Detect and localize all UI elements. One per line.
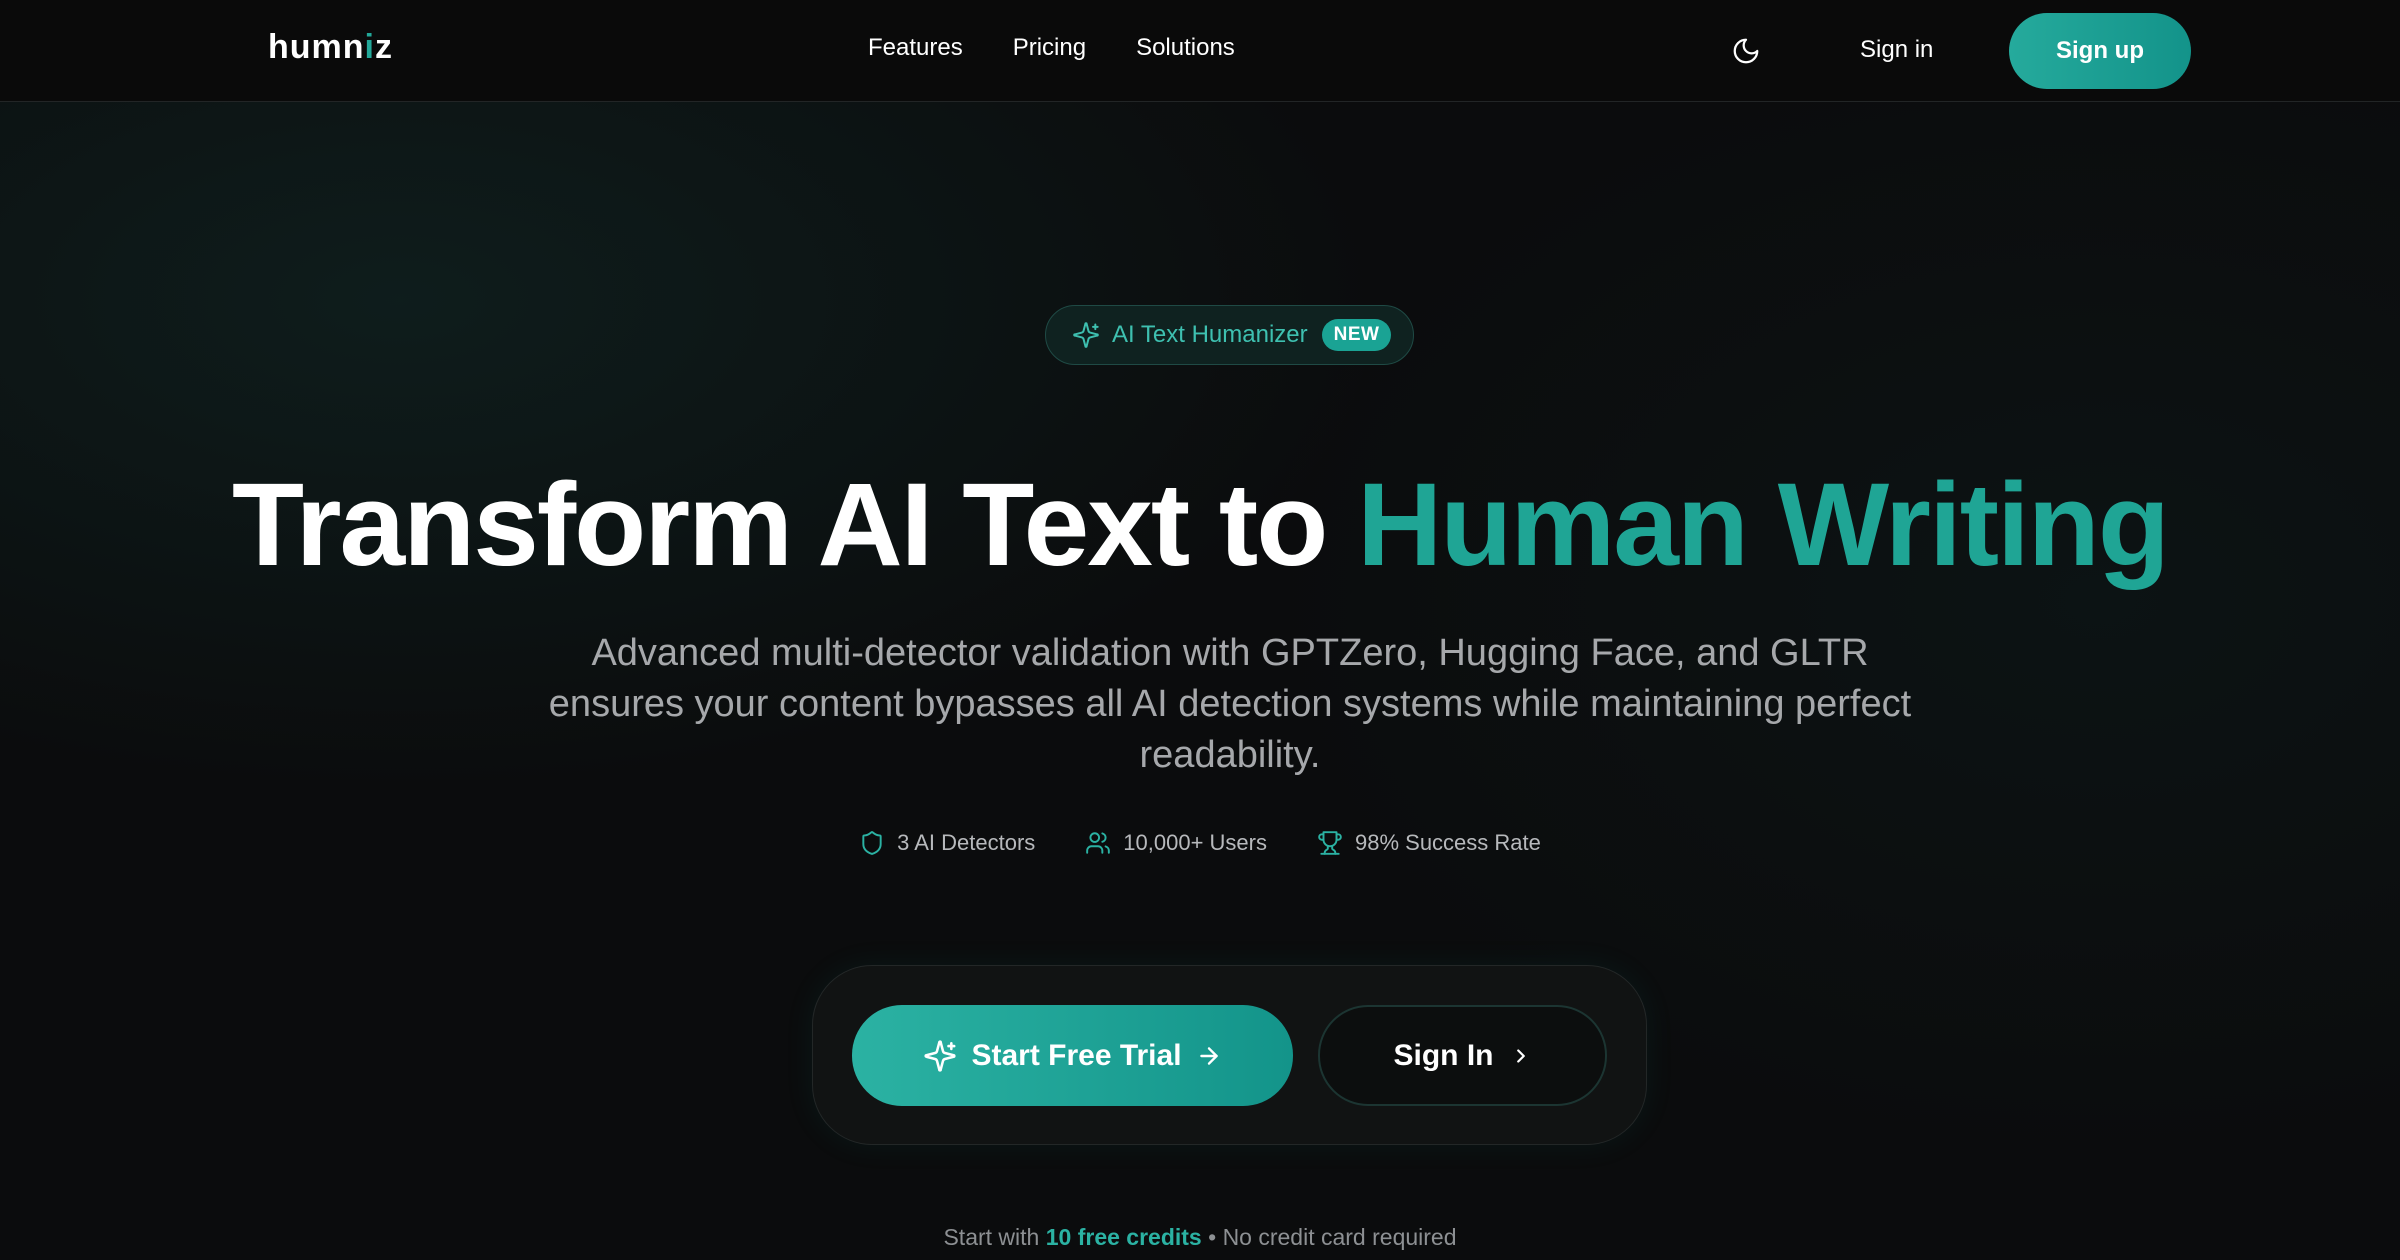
stat-detectors: 3 AI Detectors — [859, 830, 1035, 856]
stat-detectors-label: 3 AI Detectors — [897, 830, 1036, 855]
footnote-separator: • — [1208, 1224, 1217, 1250]
logo-suffix: z — [375, 28, 393, 66]
footnote-prefix: Start with — [943, 1224, 1040, 1250]
hero-subtitle: Advanced multi-detector validation with … — [548, 632, 1912, 776]
sparkles-icon — [1073, 322, 1099, 348]
stat-success-rate: 98% Success Rate — [1317, 830, 1541, 856]
page: humniz Features Pricing Solutions Sign i… — [0, 0, 2400, 1260]
top-navbar: humniz Features Pricing Solutions Sign i… — [0, 0, 2400, 102]
sign-up-button[interactable]: Sign up — [2009, 13, 2191, 89]
start-free-trial-label: Start Free Trial — [971, 1038, 1182, 1072]
stat-users: 10,000+ Users — [1085, 830, 1267, 856]
shield-icon — [862, 831, 882, 855]
users-icon — [1086, 832, 1111, 854]
logo[interactable]: humniz — [268, 28, 393, 67]
theme-toggle-button[interactable] — [1726, 31, 1766, 71]
trophy-icon — [1318, 831, 1342, 855]
chevron-right-icon — [1516, 1048, 1525, 1063]
stats-row: 3 AI Detectors 10,000+ Users 98% Success… — [0, 830, 2400, 856]
start-free-trial-button[interactable]: Start Free Trial — [852, 1005, 1293, 1106]
badge-label: AI Text Humanizer — [1112, 321, 1308, 348]
sparkles-icon — [924, 1039, 957, 1072]
logo-accent: i — [364, 28, 375, 66]
sign-in-button-label: Sign In — [1393, 1038, 1494, 1072]
hero-title-highlight: Human Writing — [1357, 459, 2170, 591]
stat-success-label: 98% Success Rate — [1355, 830, 1541, 855]
free-credits-highlight: 10 free credits — [1045, 1224, 1202, 1250]
new-tag: NEW — [1321, 319, 1392, 351]
nav-link-solutions[interactable]: Solutions — [1136, 34, 1235, 62]
logo-prefix: humn — [268, 28, 365, 66]
footnote-suffix: No credit card required — [1222, 1224, 1457, 1250]
sign-in-button[interactable]: Sign In — [1318, 1005, 1607, 1106]
feature-badge: AI Text Humanizer NEW — [1045, 305, 1414, 365]
nav-link-pricing[interactable]: Pricing — [1013, 34, 1086, 62]
arrow-right-icon — [1199, 1046, 1218, 1065]
nav-sign-in-link[interactable]: Sign in — [1860, 36, 1933, 64]
moon-icon — [1733, 38, 1759, 64]
credits-footnote: Start with 10 free credits • No credit c… — [0, 1224, 2400, 1251]
hero-title: Transform AI Text to Human Writing — [0, 455, 2400, 595]
nav-link-features[interactable]: Features — [868, 34, 963, 62]
stat-users-label: 10,000+ Users — [1123, 830, 1267, 855]
hero-title-plain: Transform AI Text to — [232, 459, 1328, 591]
nav-links: Features Pricing Solutions — [868, 34, 1235, 62]
